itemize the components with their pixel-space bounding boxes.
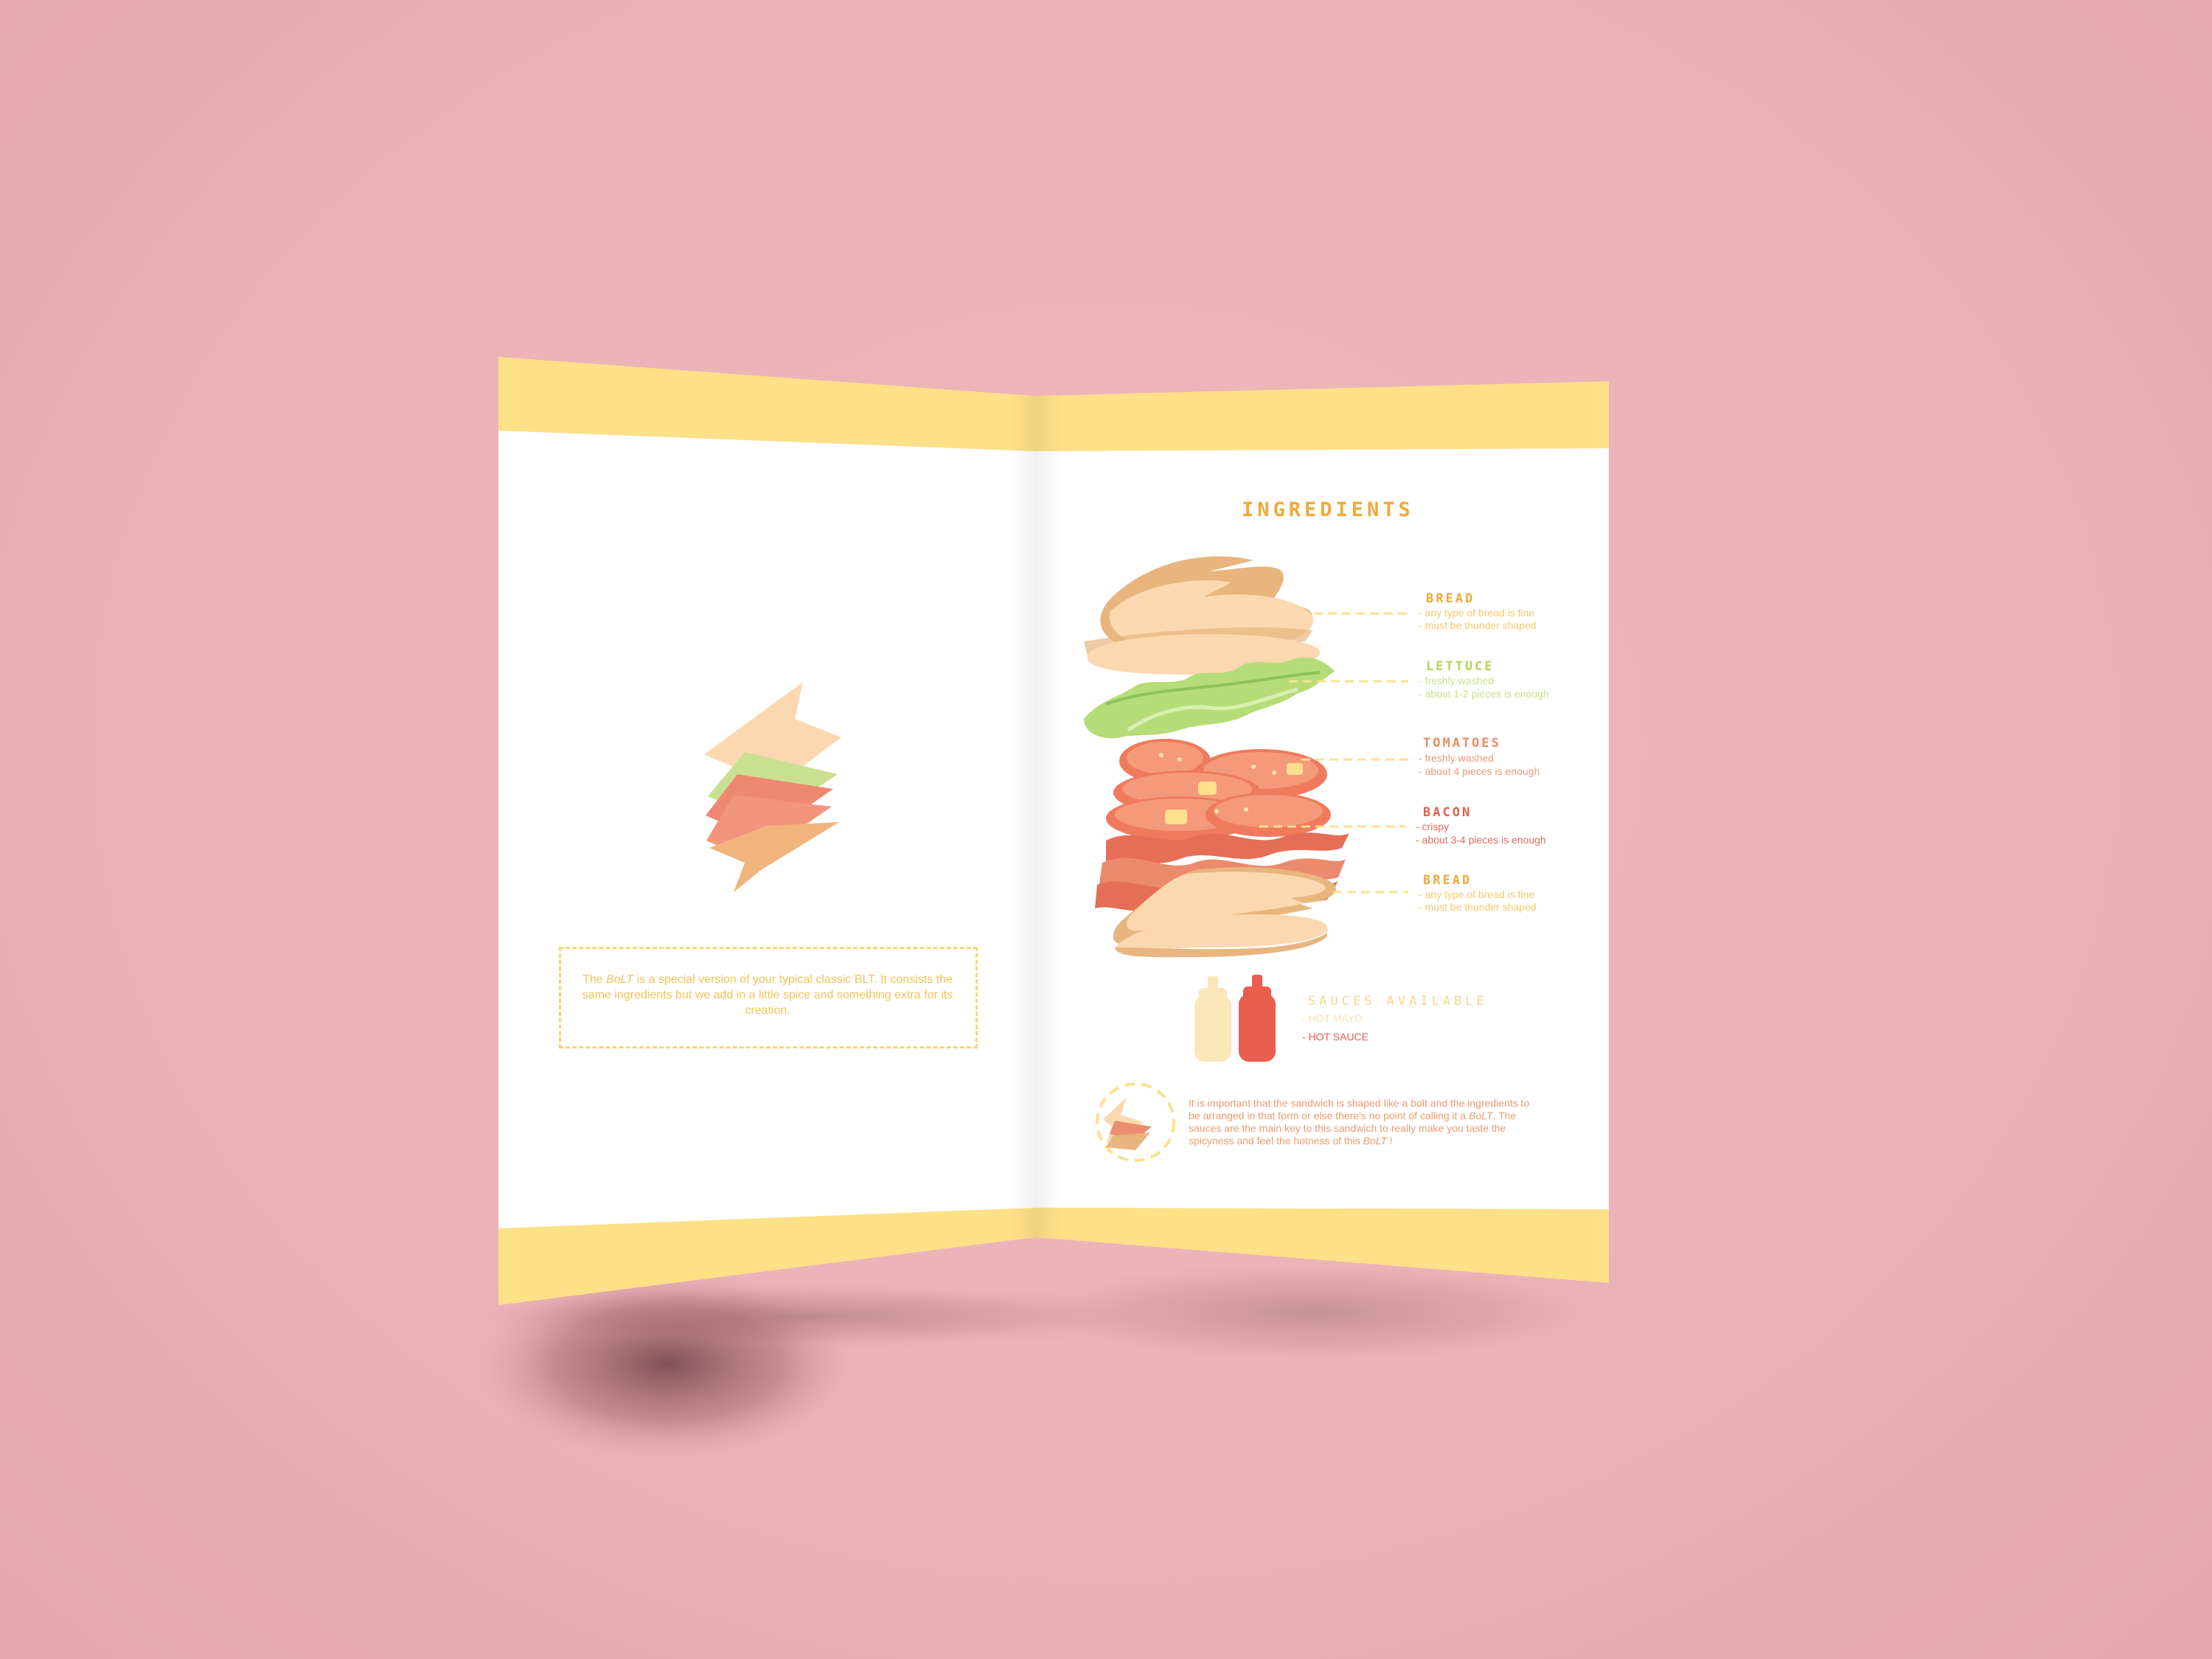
ingredients-title: INGREDIENTS — [1242, 498, 1414, 521]
note-part: ! — [1387, 1135, 1393, 1147]
ingredient-note: - about 1-2 pieces is enough — [1419, 688, 1549, 700]
ingredient-note: - about 3-4 pieces is enough — [1416, 834, 1546, 846]
sauce-item-hot-mayo: - HOT MAYO — [1302, 1012, 1363, 1024]
brochure-graphics — [457, 357, 1622, 1460]
ingredient-name-bacon: BACON — [1423, 805, 1472, 820]
ingredient-name-bread-bottom: BREAD — [1423, 873, 1472, 888]
note-brand: BoLT — [1363, 1135, 1388, 1147]
bolt-explanation-paragraph: It is important that the sandwich is sha… — [1189, 1097, 1543, 1147]
ingredient-note: - freshly washed — [1419, 752, 1494, 764]
mockup-scene: The BoLT is a special version of your ty… — [0, 0, 2212, 1659]
note-brand: BoLT — [1469, 1110, 1493, 1121]
ingredient-note: - crispy — [1416, 821, 1450, 832]
intro-brand: BoLT — [606, 973, 634, 986]
intro-text: The BoLT is a special version of your ty… — [579, 972, 956, 1018]
ingredient-note: - must be thunder shaped — [1419, 619, 1537, 631]
ingredient-name-lettuce: LETTUCE — [1426, 659, 1495, 674]
ingredient-name-bread-top: BREAD — [1426, 591, 1475, 606]
ingredient-note: - any type of bread is fine — [1419, 888, 1535, 900]
ingredient-note: - must be thunder shaped — [1419, 901, 1537, 913]
sauces-title: SAUCES AVAILABLE — [1308, 994, 1488, 1009]
intro-before: The — [582, 973, 607, 986]
intro-after: is a special version of your typical cla… — [582, 973, 953, 1017]
ingredient-name-tomatoes: TOMATOES — [1423, 736, 1501, 751]
sauce-item-hot-sauce: - HOT SAUCE — [1302, 1031, 1368, 1043]
brochure-shadow — [457, 1261, 1622, 1460]
ingredient-note: - freshly washed — [1419, 675, 1494, 686]
ingredient-note: - any type of bread is fine — [1419, 607, 1535, 619]
center-fold — [1010, 396, 1062, 1237]
ingredient-note: - about 4 pieces is enough — [1419, 765, 1540, 777]
